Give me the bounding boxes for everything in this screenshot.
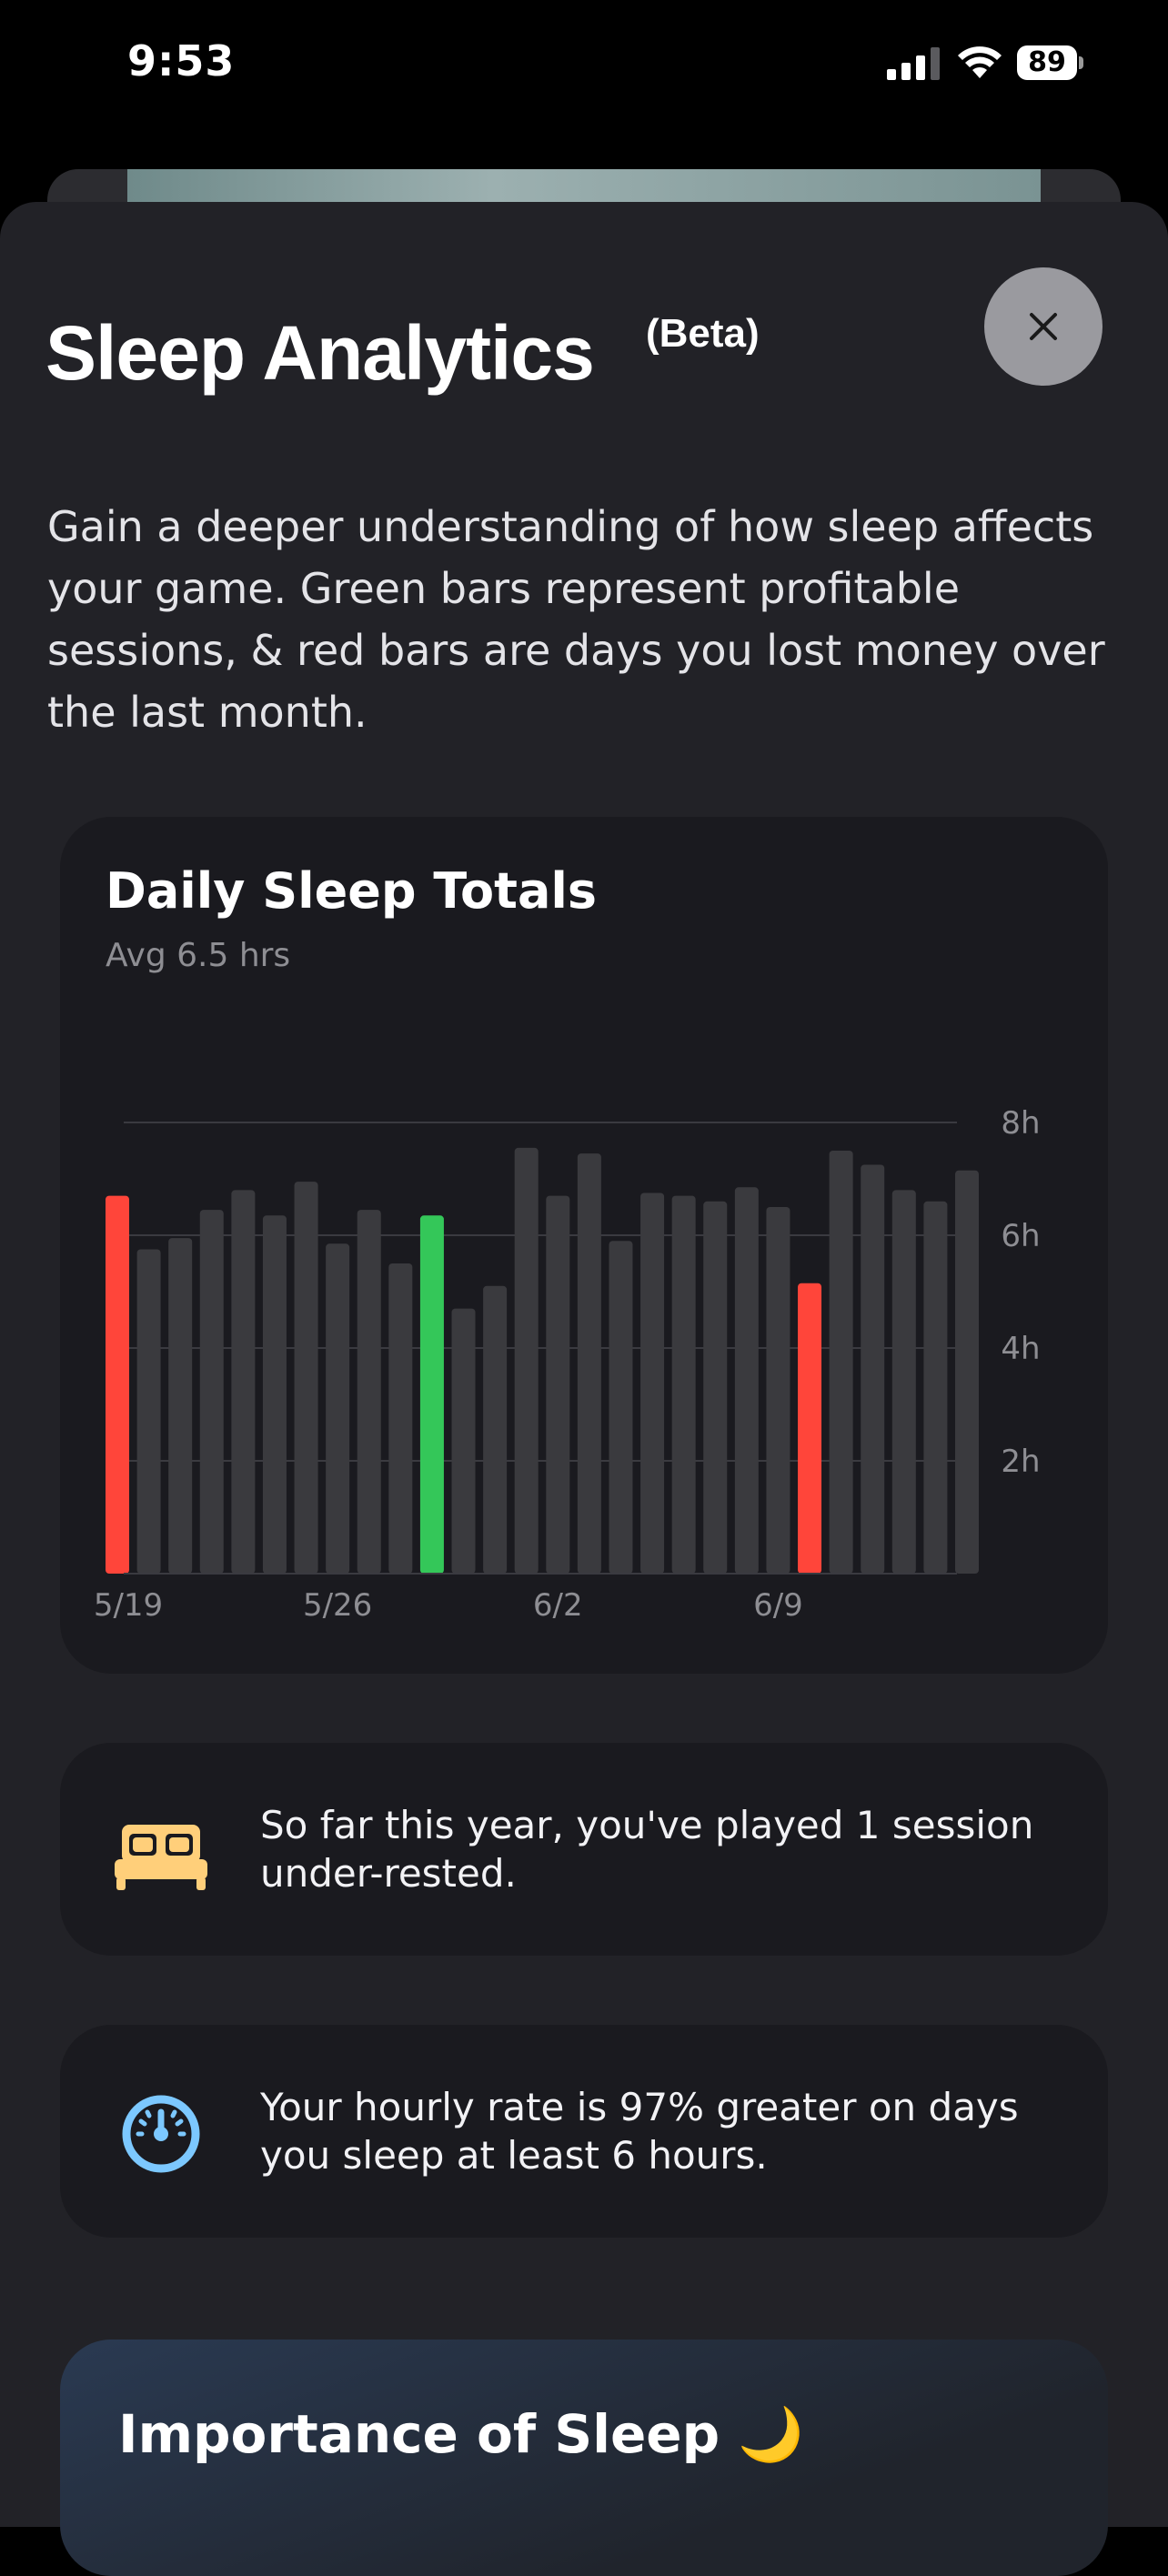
sleep-bar-chart: 8h 6h 4h 2h 5/19 5/26 6/2 6/9	[94, 1105, 1041, 1624]
importance-title: Importance of Sleep 🌙	[118, 2403, 804, 2465]
bar[interactable]	[136, 1249, 161, 1575]
battery-level: 89	[1028, 46, 1066, 78]
daily-sleep-card: Daily Sleep Totals Avg 6.5 hrs 8h 6h 4h 2h 5…	[60, 817, 1108, 1674]
bar[interactable]	[231, 1190, 256, 1574]
insight-text: Your hourly rate is 97% greater on days …	[260, 2085, 1019, 2178]
x-tick-label: 6/9	[753, 1587, 803, 1624]
page-title: Sleep Analytics	[45, 310, 595, 396]
insight-card-hourly-rate: Your hourly rate is 97% greater on days …	[60, 2025, 1108, 2238]
bar[interactable]	[577, 1153, 601, 1574]
status-time: 9:53	[127, 36, 236, 86]
bar-loss[interactable]	[106, 1195, 129, 1574]
insight-text: So far this year, you've played 1 sessio…	[260, 1803, 1034, 1896]
bar[interactable]	[262, 1215, 287, 1574]
bar[interactable]	[734, 1187, 759, 1574]
battery-icon: 89	[1017, 45, 1084, 80]
bar[interactable]	[546, 1195, 570, 1574]
bar[interactable]	[451, 1308, 476, 1574]
bar[interactable]	[388, 1263, 413, 1574]
bar[interactable]	[640, 1192, 665, 1575]
bed-icon	[115, 1825, 207, 1890]
y-tick-label: 6h	[1001, 1218, 1040, 1254]
bar-loss[interactable]	[798, 1283, 822, 1574]
bar[interactable]	[671, 1195, 696, 1574]
bar[interactable]	[199, 1210, 224, 1574]
bar[interactable]	[357, 1210, 381, 1574]
status-bar: 9:53 89	[0, 0, 1168, 136]
bar[interactable]	[955, 1170, 979, 1574]
bar[interactable]	[326, 1243, 350, 1574]
bar[interactable]	[703, 1201, 728, 1574]
bar[interactable]	[891, 1190, 916, 1574]
x-tick-label: 5/26	[303, 1587, 372, 1624]
x-tick-label: 6/2	[533, 1587, 583, 1624]
wifi-icon	[958, 46, 1002, 78]
bar[interactable]	[168, 1238, 193, 1574]
beta-badge: (Beta)	[646, 311, 760, 356]
close-icon	[1030, 313, 1057, 340]
bar[interactable]	[861, 1164, 885, 1575]
importance-of-sleep-card[interactable]: Importance of Sleep 🌙	[60, 2340, 1108, 2576]
bar[interactable]	[923, 1201, 948, 1574]
bar[interactable]	[514, 1147, 539, 1574]
intro-text: Gain a deeper understanding of how sleep…	[47, 502, 1105, 737]
x-tick-label: 5/19	[94, 1587, 163, 1624]
y-tick-label: 8h	[1001, 1105, 1040, 1142]
cellular-signal-icon	[887, 47, 940, 80]
bar[interactable]	[294, 1182, 318, 1574]
bar[interactable]	[609, 1241, 633, 1574]
y-tick-label: 2h	[1001, 1444, 1040, 1480]
bar-profit[interactable]	[419, 1215, 444, 1574]
gauge-icon	[122, 2095, 200, 2173]
bar[interactable]	[483, 1285, 508, 1574]
insight-card-under-rested: So far this year, you've played 1 sessio…	[60, 1743, 1108, 1956]
bar[interactable]	[766, 1207, 790, 1574]
y-tick-label: 4h	[1001, 1331, 1040, 1367]
header: Sleep Analytics (Beta)	[45, 309, 760, 397]
bar[interactable]	[829, 1151, 853, 1574]
close-button[interactable]	[984, 267, 1103, 386]
